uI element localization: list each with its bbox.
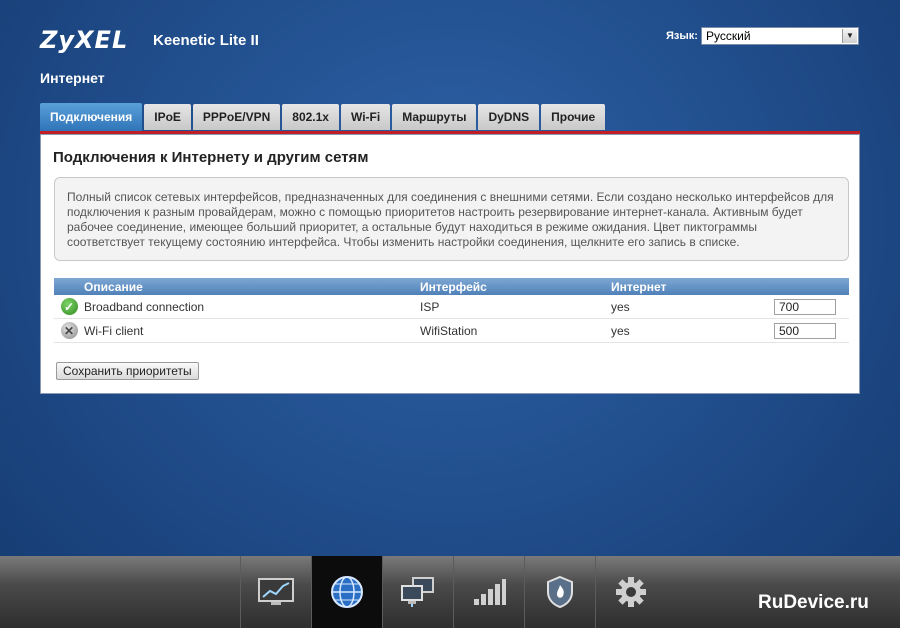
connections-table: Описание Интерфейс Интернет ✓ Broadband …	[54, 278, 849, 343]
row-description[interactable]: Broadband connection	[84, 300, 420, 314]
tab-wifi[interactable]: Wi-Fi	[340, 104, 391, 130]
monitor-chart-icon	[258, 578, 294, 605]
priority-input[interactable]	[774, 322, 836, 339]
header-interface: Интерфейс	[420, 279, 487, 294]
content-panel: Подключения к Интернету и другим сетям П…	[40, 134, 860, 394]
table-row[interactable]: ✕ Wi-Fi client WifiStation yes	[54, 319, 849, 343]
bottom-nav	[240, 556, 666, 628]
tab-8021x[interactable]: 802.1x	[282, 104, 339, 130]
tab-dydns[interactable]: DyDNS	[478, 104, 540, 130]
zyxel-logo: ZyXEL	[40, 26, 129, 54]
signal-bars-icon	[474, 579, 506, 605]
save-priorities-button[interactable]: Сохранить приоритеты	[56, 362, 199, 380]
shield-icon	[547, 575, 573, 609]
page-title: Интернет	[40, 70, 105, 86]
row-interface: ISP	[420, 299, 440, 314]
panel-title: Подключения к Интернету и другим сетям	[53, 149, 369, 166]
row-description[interactable]: Wi-Fi client	[84, 324, 420, 338]
network-computers-icon	[401, 577, 434, 607]
gear-icon	[616, 577, 646, 607]
table-row[interactable]: ✓ Broadband connection ISP yes	[54, 295, 849, 319]
header-internet: Интернет	[611, 279, 667, 294]
tab-connections[interactable]: Подключения	[40, 103, 143, 131]
tab-bar: Подключения IPoE PPPoE/VPN 802.1x Wi-Fi …	[40, 103, 607, 131]
model-name: Keenetic Lite II	[153, 32, 259, 49]
nav-system[interactable]	[595, 556, 666, 628]
language-label: Язык:	[666, 30, 698, 42]
chevron-down-icon[interactable]: ▼	[842, 29, 857, 43]
info-text: Полный список сетевых интерфейсов, предн…	[54, 177, 849, 261]
tab-routes[interactable]: Маршруты	[392, 104, 477, 130]
table-header: Описание Интерфейс Интернет	[54, 278, 849, 295]
nav-security[interactable]	[524, 556, 595, 628]
priority-input[interactable]	[774, 298, 836, 315]
nav-wifi[interactable]	[453, 556, 524, 628]
globe-icon	[331, 576, 363, 608]
watermark: RuDevice.ru	[758, 592, 869, 613]
row-interface: WifiStation	[420, 323, 478, 338]
tab-ipoe[interactable]: IPoE	[144, 104, 191, 130]
row-internet: yes	[611, 299, 630, 314]
nav-home-network[interactable]	[382, 556, 453, 628]
nav-internet[interactable]	[311, 556, 382, 628]
cross-icon: ✕	[60, 322, 78, 339]
nav-monitor[interactable]	[240, 556, 311, 628]
row-internet: yes	[611, 323, 630, 338]
tab-pppoe-vpn[interactable]: PPPoE/VPN	[192, 104, 281, 130]
tab-other[interactable]: Прочие	[541, 104, 606, 130]
header-description: Описание	[84, 279, 143, 294]
check-icon: ✓	[60, 298, 78, 315]
language-select[interactable]: Русский ▼	[701, 27, 859, 45]
language-value: Русский	[706, 29, 751, 43]
